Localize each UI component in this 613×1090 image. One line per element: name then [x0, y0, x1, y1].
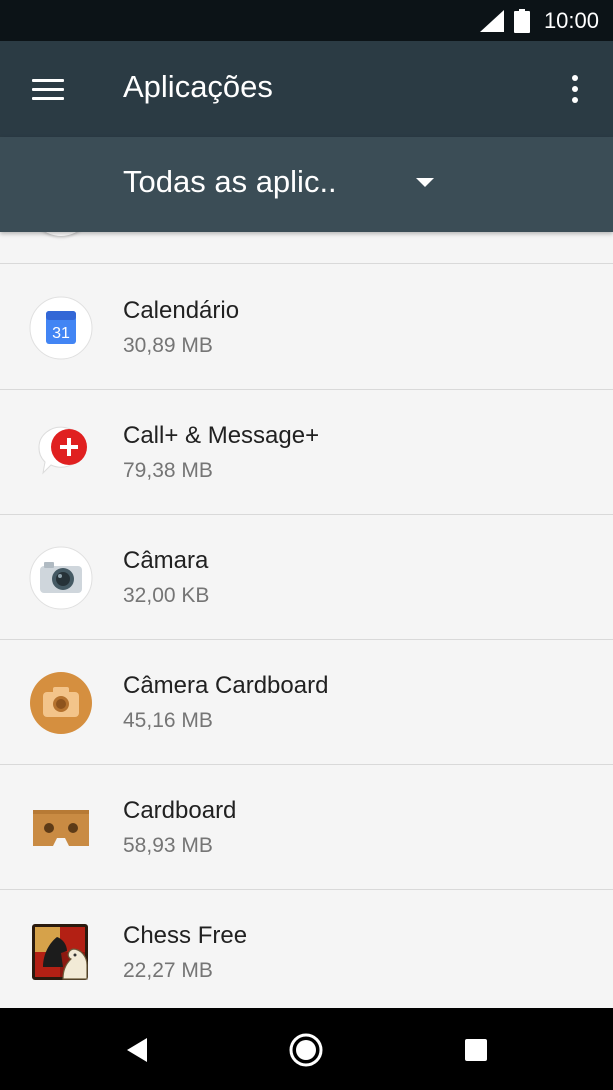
list-item[interactable]: Cardboard 58,93 MB	[0, 765, 613, 890]
call-message-icon	[38, 426, 87, 475]
chess-icon	[32, 924, 88, 980]
app-size: 30,89 MB	[123, 334, 213, 357]
cardboard-icon	[33, 810, 89, 846]
list-item-partial[interactable]	[0, 232, 613, 264]
status-time: 10:00	[543, 7, 599, 33]
page-title: Aplicações	[123, 69, 273, 104]
calendar-icon: 31	[29, 296, 93, 360]
filter-dropdown[interactable]: Todas as aplic..	[0, 137, 613, 232]
app-size: 79,38 MB	[123, 459, 213, 482]
cardboard-camera-icon	[30, 672, 92, 734]
app-name: Call+ & Message+	[123, 422, 320, 449]
list-item[interactable]: Câmera Cardboard 45,16 MB	[0, 640, 613, 765]
dropdown-caret-icon	[416, 178, 434, 187]
app-size: 45,16 MB	[123, 709, 213, 732]
app-name: Câmara	[123, 547, 209, 574]
filter-selected-label: Todas as aplic..	[123, 164, 337, 199]
app-size: 32,00 KB	[123, 584, 210, 607]
home-icon[interactable]	[286, 1030, 326, 1070]
signal-icon	[479, 9, 504, 32]
app-name: Chess Free	[123, 922, 248, 949]
overflow-menu-icon[interactable]	[561, 71, 589, 107]
battery-icon	[513, 8, 530, 33]
svg-text:31: 31	[52, 325, 70, 342]
app-name: Cardboard	[123, 797, 237, 824]
navigation-bar	[0, 1008, 613, 1090]
list-item[interactable]: 31 Calendário 30,89 MB	[0, 265, 613, 390]
camera-icon	[29, 546, 93, 610]
status-bar: 10:00	[0, 0, 613, 41]
back-icon[interactable]	[117, 1030, 157, 1070]
app-toolbar: Aplicações	[0, 41, 613, 137]
menu-icon[interactable]	[24, 67, 72, 111]
list-item[interactable]: Câmara 32,00 KB	[0, 515, 613, 640]
app-list: 31 Calendário 30,89 MB Call+ & Message+ …	[0, 232, 613, 1008]
app-size: 22,27 MB	[123, 959, 213, 982]
list-item[interactable]: Call+ & Message+ 79,38 MB	[0, 390, 613, 515]
app-size: 58,93 MB	[123, 834, 213, 857]
list-item[interactable]: Chess Free 22,27 MB	[0, 890, 613, 1008]
recents-icon[interactable]	[456, 1030, 496, 1070]
app-name: Câmera Cardboard	[123, 672, 329, 699]
app-name: Calendário	[123, 297, 240, 324]
app-icon	[30, 232, 92, 236]
